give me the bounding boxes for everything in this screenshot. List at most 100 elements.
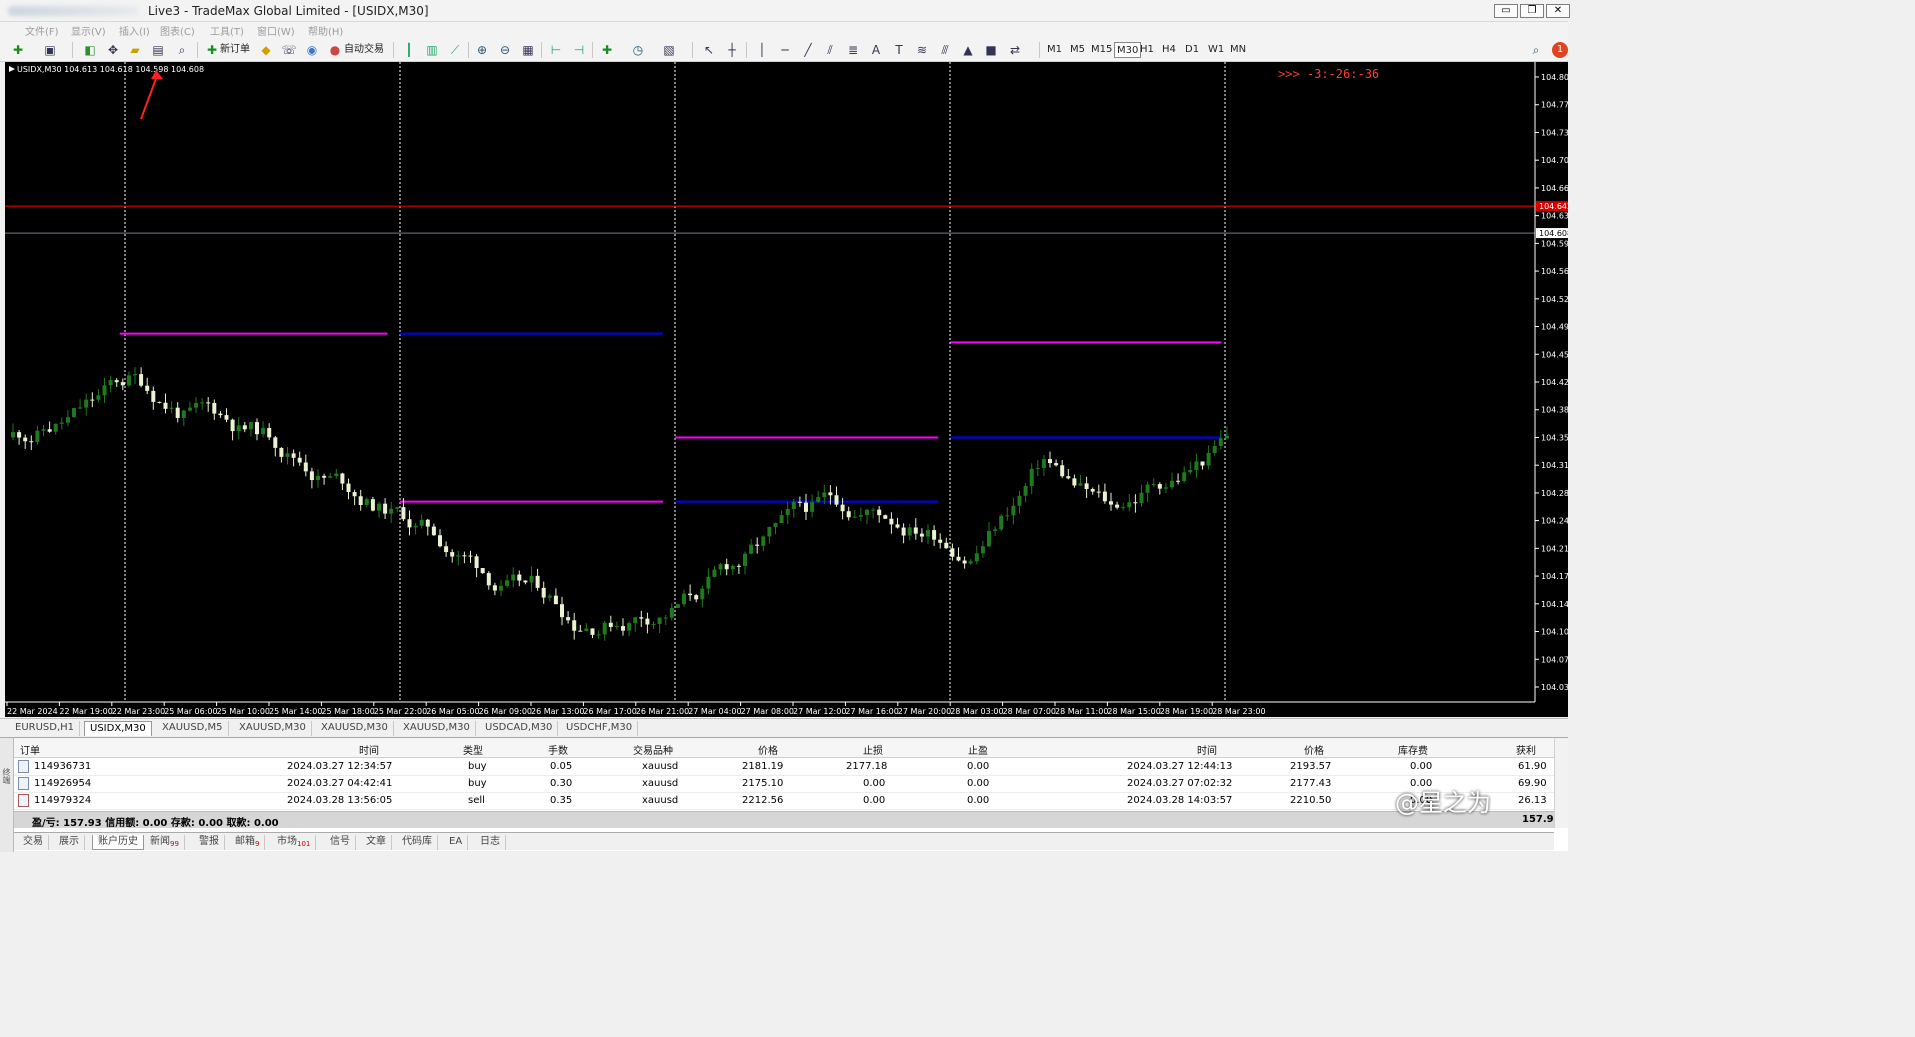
- chart-shift-icon[interactable]: ⊢: [548, 42, 564, 58]
- chart-tab-xauusd-m30[interactable]: XAUUSD,M30: [316, 721, 394, 736]
- zoom-out-icon[interactable]: ⊖: [497, 42, 513, 58]
- chart-tab-xauusd-m30[interactable]: XAUUSD,M30: [234, 721, 312, 736]
- tab-experts[interactable]: EA: [444, 835, 469, 850]
- period-m1[interactable]: M1: [1047, 42, 1062, 58]
- candle-body: [72, 408, 76, 418]
- menu-window[interactable]: 窗口(W): [257, 23, 295, 38]
- col-symbol[interactable]: 交易品种: [633, 742, 673, 757]
- gann-icon[interactable]: ⫻: [937, 42, 953, 58]
- new-order-button[interactable]: 新订单: [220, 42, 250, 58]
- menu-tools[interactable]: 工具(T): [210, 23, 244, 38]
- profiles-icon[interactable]: ▣: [42, 42, 58, 58]
- menu-insert[interactable]: 插入(I): [119, 23, 150, 38]
- auto-scroll-icon[interactable]: ⊣: [571, 42, 587, 58]
- zoom-in-icon[interactable]: ⊕: [474, 42, 490, 58]
- tab-alerts[interactable]: 警报: [194, 835, 225, 850]
- new-chart-icon[interactable]: ✚: [10, 42, 26, 58]
- col-type[interactable]: 类型: [463, 742, 483, 757]
- indicators-icon[interactable]: ✚: [599, 42, 615, 58]
- strategy-tester-icon[interactable]: ⌕: [174, 42, 190, 58]
- notification-badge-icon[interactable]: 1: [1552, 42, 1568, 58]
- period-h4[interactable]: H4: [1162, 42, 1176, 58]
- chart-tab-usidx-m30[interactable]: USIDX,M30: [84, 721, 152, 736]
- col-lots[interactable]: 手数: [548, 742, 568, 757]
- col-sl[interactable]: 止损: [863, 742, 883, 757]
- vertical-line-icon[interactable]: │: [754, 42, 770, 58]
- period-mn[interactable]: MN: [1230, 42, 1246, 58]
- chart-tab-usdcad-m30[interactable]: USDCAD,M30: [480, 721, 559, 736]
- trendline-icon[interactable]: ╱: [800, 42, 816, 58]
- auto-trading-icon[interactable]: ●: [327, 42, 343, 58]
- table-row[interactable]: 114979324 2024.03.28 13:56:05 sell 0.35 …: [14, 793, 1554, 810]
- col-close-price[interactable]: 价格: [1304, 742, 1324, 757]
- fibonacci-icon[interactable]: ≣: [845, 42, 861, 58]
- col-open-time[interactable]: 时间: [359, 742, 379, 757]
- tab-mailbox[interactable]: 邮箱9: [230, 835, 266, 850]
- period-m15[interactable]: M15: [1091, 42, 1112, 58]
- periods-icon[interactable]: ◷: [630, 42, 646, 58]
- vertical-scrollbar[interactable]: [1554, 738, 1568, 828]
- bar-chart-icon[interactable]: ┃: [401, 42, 417, 58]
- tile-windows-icon[interactable]: ▦: [520, 42, 536, 58]
- table-row[interactable]: 114926954 2024.03.27 04:42:41 buy 0.30 x…: [14, 776, 1554, 793]
- chart-tab-eurusd-h1[interactable]: EURUSD,H1: [10, 721, 81, 736]
- period-d1[interactable]: D1: [1185, 42, 1199, 58]
- tab-journal[interactable]: 日志: [475, 835, 506, 850]
- col-tp[interactable]: 止盈: [968, 742, 988, 757]
- candle-body: [535, 575, 540, 588]
- tab-market[interactable]: 市场101: [272, 835, 317, 850]
- period-m30[interactable]: M30: [1114, 42, 1142, 58]
- text-label-icon[interactable]: T: [891, 42, 907, 58]
- terminal-icon[interactable]: ▤: [150, 42, 166, 58]
- tab-articles[interactable]: 文章: [361, 835, 392, 850]
- search-icon[interactable]: ⌕: [1528, 42, 1544, 58]
- text-icon[interactable]: A: [868, 42, 884, 58]
- navigator-icon[interactable]: ✥: [105, 42, 121, 58]
- menu-view[interactable]: 显示(V): [71, 23, 106, 38]
- minimize-button[interactable]: ▭: [1494, 4, 1518, 18]
- menu-file[interactable]: 文件(F): [25, 23, 59, 38]
- table-row[interactable]: 114936731 2024.03.27 12:34:57 buy 0.05 x…: [14, 759, 1554, 776]
- chart-tab-usdchf-m30[interactable]: USDCHF,M30: [561, 721, 639, 736]
- tab-exposure[interactable]: 展示: [54, 835, 85, 850]
- candlestick-icon[interactable]: ▥: [424, 42, 440, 58]
- restore-button[interactable]: ❐: [1520, 4, 1544, 18]
- price-chart[interactable]: 104.805 104.770 104.735 104.700 104.665 104.6…: [5, 62, 1568, 717]
- close-button[interactable]: ✕: [1546, 4, 1570, 18]
- triangle-icon[interactable]: ▲: [960, 42, 976, 58]
- rectangle-icon[interactable]: ■: [983, 42, 999, 58]
- col-price[interactable]: 价格: [758, 742, 778, 757]
- menu-chart[interactable]: 图表(C): [160, 23, 195, 38]
- tab-signals[interactable]: 信号: [325, 835, 356, 850]
- candle-body: [102, 385, 107, 396]
- col-profit[interactable]: 获利: [1516, 742, 1536, 757]
- tab-codebase[interactable]: 代码库: [397, 835, 438, 850]
- horizontal-line-icon[interactable]: ─: [777, 42, 793, 58]
- period-w1[interactable]: W1: [1208, 42, 1224, 58]
- tab-news[interactable]: 新闻99: [145, 835, 185, 850]
- metaeditor-icon[interactable]: ◆: [258, 42, 274, 58]
- arrows-icon[interactable]: ⇄: [1007, 42, 1023, 58]
- col-swap[interactable]: 库存费: [1398, 742, 1428, 757]
- menu-help[interactable]: 帮助(H): [308, 23, 343, 38]
- tab-account-history[interactable]: 账户历史: [92, 835, 144, 850]
- col-order[interactable]: 订单: [20, 742, 40, 757]
- line-chart-icon[interactable]: ⟋: [447, 42, 463, 58]
- auto-trading-button[interactable]: 自动交易: [344, 42, 384, 58]
- chart-tab-xauusd-m30[interactable]: XAUUSD,M30: [398, 721, 476, 736]
- folder-icon[interactable]: ▰: [127, 42, 143, 58]
- period-m5[interactable]: M5: [1070, 42, 1085, 58]
- period-h1[interactable]: H1: [1140, 42, 1154, 58]
- templates-icon[interactable]: ▧: [661, 42, 677, 58]
- chart-tab-xauusd-m5[interactable]: XAUUSD,M5: [157, 721, 229, 736]
- market-watch-icon[interactable]: ◧: [82, 42, 98, 58]
- equidistant-channel-icon[interactable]: ⫽: [822, 42, 838, 58]
- new-order-icon[interactable]: ✚: [204, 42, 220, 58]
- cursor-icon[interactable]: ↖: [701, 42, 717, 58]
- fibo-channel-icon[interactable]: ≋: [914, 42, 930, 58]
- market-icon[interactable]: ◉: [304, 42, 320, 58]
- col-close-time[interactable]: 时间: [1197, 742, 1217, 757]
- signals-icon[interactable]: ☏: [281, 42, 297, 58]
- tab-trade[interactable]: 交易: [18, 835, 49, 850]
- crosshair-icon[interactable]: ┼: [724, 42, 740, 58]
